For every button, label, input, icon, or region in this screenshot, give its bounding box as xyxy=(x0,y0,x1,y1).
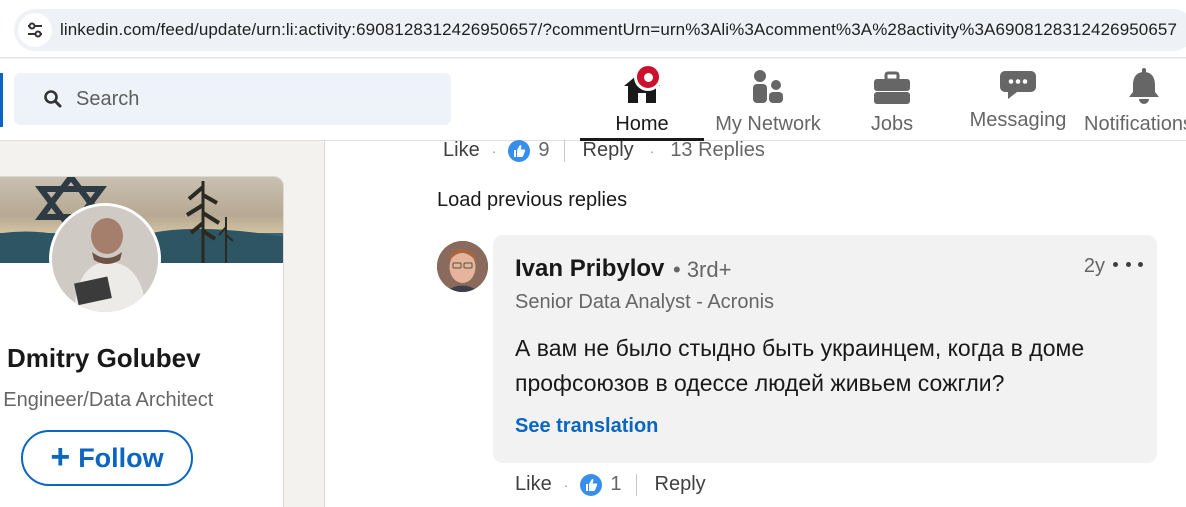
browser-toolbar: linkedin.com/feed/update/urn:li:activity… xyxy=(0,0,1186,58)
separator-dot: · xyxy=(563,476,569,493)
nav-messaging[interactable]: Messaging xyxy=(962,59,1074,141)
like-reaction-icon[interactable] xyxy=(580,473,603,496)
comments-section: Like · 9 Reply · 13 Replies Load previou… xyxy=(324,139,1186,507)
commenter-headline: Senior Data Analyst - Acronis xyxy=(515,291,775,313)
reply-button[interactable]: Reply xyxy=(655,473,706,496)
profile-avatar[interactable] xyxy=(49,203,161,315)
address-bar[interactable]: linkedin.com/feed/update/urn:li:activity… xyxy=(14,9,1186,51)
nav-jobs-label: Jobs xyxy=(870,113,914,135)
connection-degree: • 3rd+ xyxy=(673,257,732,282)
plus-icon: + xyxy=(50,437,71,476)
messaging-icon xyxy=(996,63,1040,101)
like-button[interactable]: Like xyxy=(443,139,480,162)
commenter-name[interactable]: Ivan Pribylov xyxy=(515,255,664,283)
home-icon xyxy=(620,63,664,105)
notification-badge xyxy=(634,63,662,91)
see-translation-button[interactable]: See translation xyxy=(515,415,658,438)
divider xyxy=(563,139,565,162)
separator-dot: · xyxy=(491,142,497,159)
nav-my-network[interactable]: My Network xyxy=(706,59,830,141)
more-options-icon[interactable] xyxy=(1113,253,1143,275)
comment-text: А вам не было стыдно быть украинцем, ког… xyxy=(515,335,1085,396)
like-button[interactable]: Like xyxy=(515,473,552,496)
comment-bubble: Ivan Pribylov • 3rd+ 2y Senior Data Anal… xyxy=(493,235,1157,463)
global-nav: Home My Network Jobs xyxy=(0,59,1186,141)
nav-messaging-label: Messaging xyxy=(969,109,1067,131)
separator-dot: · xyxy=(649,142,655,159)
briefcase-icon xyxy=(870,63,914,105)
url-text[interactable]: linkedin.com/feed/update/urn:li:activity… xyxy=(60,20,1177,40)
comment-actions: Like · 1 Reply xyxy=(515,473,706,496)
nav-notifications[interactable]: Notifications xyxy=(1084,59,1186,141)
bell-icon xyxy=(1122,63,1166,105)
load-previous-replies-button[interactable]: Load previous replies xyxy=(437,189,627,212)
nav-jobs[interactable]: Jobs xyxy=(840,59,944,141)
search-box[interactable] xyxy=(14,73,451,125)
linkedin-logo-icon[interactable] xyxy=(0,73,3,127)
like-reaction-icon[interactable] xyxy=(508,139,531,162)
like-count[interactable]: 9 xyxy=(538,139,549,162)
nav-notifications-label: Notifications xyxy=(1084,113,1186,135)
search-icon xyxy=(42,88,64,110)
parent-comment-actions: Like · 9 Reply · 13 Replies xyxy=(443,139,765,162)
profile-headline: ta Engineer/Data Architect xyxy=(0,389,214,411)
site-info-icon[interactable] xyxy=(18,13,52,47)
commenter-avatar[interactable] xyxy=(437,241,488,292)
follow-button[interactable]: + Follow xyxy=(21,430,193,486)
nav-home[interactable]: Home xyxy=(580,59,704,141)
like-count[interactable]: 1 xyxy=(610,473,621,496)
nav-home-label: Home xyxy=(615,113,669,135)
reply-button[interactable]: Reply xyxy=(583,139,634,162)
network-icon xyxy=(746,63,790,105)
comment-timestamp: 2y xyxy=(1083,255,1105,277)
nav-my-network-label: My Network xyxy=(715,113,821,135)
follow-label: Follow xyxy=(78,442,164,473)
profile-card: Dmitry Golubev ta Engineer/Data Architec… xyxy=(0,176,284,507)
divider xyxy=(635,473,637,496)
profile-name[interactable]: Dmitry Golubev xyxy=(7,343,201,374)
search-input[interactable] xyxy=(76,87,436,111)
replies-count[interactable]: 13 Replies xyxy=(670,139,765,162)
